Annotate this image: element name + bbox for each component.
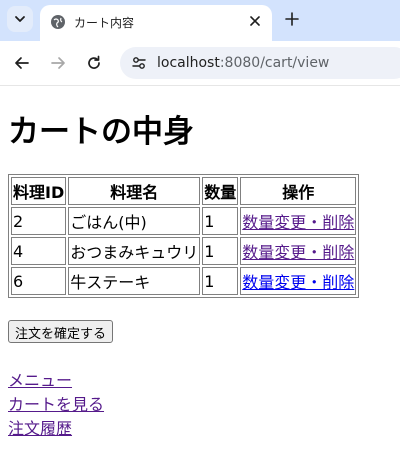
cell-name: 牛ステーキ <box>68 267 201 295</box>
column-header-quantity: 数量 <box>202 177 239 205</box>
url-text[interactable]: localhost:8080/cart/view <box>157 55 329 71</box>
tab-close-button[interactable] <box>246 12 264 30</box>
browser-toolbar: localhost:8080/cart/view <box>0 41 400 86</box>
edit-delete-link[interactable]: 数量変更・削除 <box>242 273 354 292</box>
column-header-action: 操作 <box>240 177 357 205</box>
address-bar[interactable]: localhost:8080/cart/view <box>120 47 400 79</box>
arrow-left-icon <box>15 57 29 69</box>
table-header-row: 料理ID 料理名 数量 操作 <box>11 177 357 205</box>
column-header-id: 料理ID <box>11 177 67 205</box>
reload-icon <box>88 55 100 69</box>
cell-id: 2 <box>11 207 67 235</box>
cart-table: 料理ID 料理名 数量 操作 2 ごはん(中) 1 数量変更・削除 4 おつまみ… <box>8 174 360 298</box>
confirm-order-button[interactable]: 注文を確定する <box>8 320 114 343</box>
site-info-button[interactable] <box>130 54 148 72</box>
forward-button[interactable] <box>47 52 69 74</box>
new-tab-button[interactable] <box>282 9 302 29</box>
cell-action: 数量変更・削除 <box>240 207 357 235</box>
browser-tabstrip: カート内容 <box>0 0 400 41</box>
confirm-order-form: 注文を確定する <box>8 320 400 343</box>
close-icon <box>250 16 260 26</box>
menu-link[interactable]: メニュー <box>8 369 72 393</box>
reload-button[interactable] <box>83 52 105 74</box>
cell-id: 4 <box>11 237 67 265</box>
footer-links: メニュー カートを見る 注文履歴 <box>8 369 400 441</box>
edit-delete-link[interactable]: 数量変更・削除 <box>242 213 354 232</box>
tune-icon <box>132 57 146 69</box>
globe-icon <box>51 15 65 29</box>
view-cart-link[interactable]: カートを見る <box>8 393 104 417</box>
cell-quantity: 1 <box>202 207 239 235</box>
page-title: カートの中身 <box>8 114 194 150</box>
cell-action: 数量変更・削除 <box>240 267 357 295</box>
cell-quantity: 1 <box>202 267 239 295</box>
tab-search-button[interactable] <box>7 6 33 32</box>
table-row: 4 おつまみキュウリ 1 数量変更・削除 <box>11 237 357 265</box>
page-content: カートの中身 料理ID 料理名 数量 操作 2 ごはん(中) 1 数量変更・削除… <box>8 85 400 441</box>
column-header-name: 料理名 <box>68 177 201 205</box>
browser-tab-active[interactable]: カート内容 <box>40 5 272 41</box>
table-row: 2 ごはん(中) 1 数量変更・削除 <box>11 207 357 235</box>
cell-action: 数量変更・削除 <box>240 237 357 265</box>
table-row: 6 牛ステーキ 1 数量変更・削除 <box>11 267 357 295</box>
cell-name: おつまみキュウリ <box>68 237 201 265</box>
arrow-right-icon <box>51 57 65 69</box>
cell-quantity: 1 <box>202 237 239 265</box>
edit-delete-link[interactable]: 数量変更・削除 <box>242 243 354 262</box>
url-path: :8080/cart/view <box>219 55 330 71</box>
url-host: localhost <box>157 55 220 71</box>
plus-icon <box>285 12 299 26</box>
tab-title: カート内容 <box>74 16 135 30</box>
order-history-link[interactable]: 注文履歴 <box>8 417 72 441</box>
back-button[interactable] <box>11 52 33 74</box>
chevron-down-icon <box>15 16 25 22</box>
cell-id: 6 <box>11 267 67 295</box>
cell-name: ごはん(中) <box>68 207 201 235</box>
